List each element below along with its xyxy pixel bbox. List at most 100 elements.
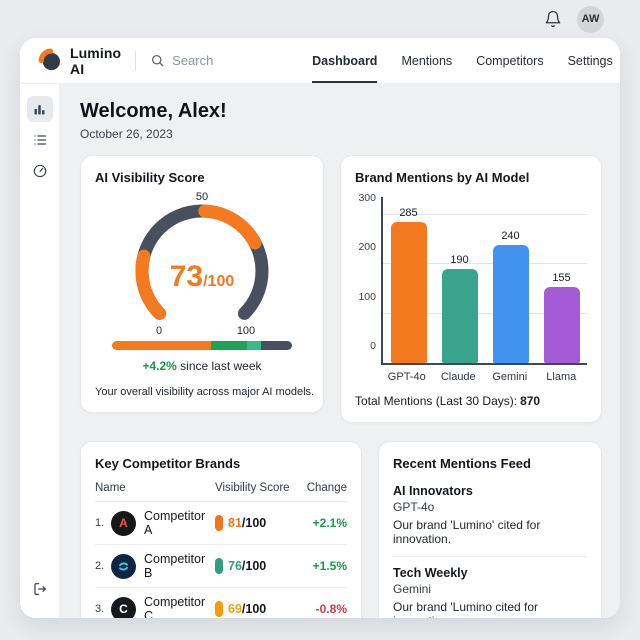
bar-column: 285 [383, 207, 434, 363]
progress-segment [261, 341, 292, 350]
progress-segment [247, 341, 262, 350]
app-header: Lumino AI Dashboard Mentions Competitors… [20, 38, 620, 84]
feed-source: AI Innovators [393, 484, 473, 498]
visibility-progress-bar [112, 341, 292, 350]
feed-model: Gemini [393, 582, 432, 596]
feed-model: GPT-4o [393, 500, 435, 514]
page-title: Welcome, Alex! [80, 100, 227, 122]
sidebar [20, 84, 60, 618]
score-pill [215, 601, 223, 617]
visibility-gauge: 50 73/100 0 100 [95, 187, 309, 339]
bar-column: 155 [536, 272, 587, 363]
top-strip: AW [0, 0, 640, 38]
feed-source: Tech Weekly [393, 566, 468, 580]
table-row: 1. A Competitor A 81/100 +2.1% [95, 502, 347, 545]
x-tick-label: Llama [546, 371, 577, 383]
bar-column: 240 [485, 230, 536, 363]
change-value: +2.1% [312, 516, 347, 530]
search-input[interactable] [172, 53, 313, 68]
card-title: Recent Mentions Feed [393, 456, 531, 471]
main-nav: Dashboard Mentions Competitors Settings [312, 38, 613, 83]
delta-line: +4.2% since last week [95, 359, 309, 373]
bar [441, 269, 478, 363]
list-icon [33, 135, 46, 145]
table-header: Name Visibility Score Change [95, 482, 347, 502]
feed-list: AI Innovators GPT-4o Our brand 'Lumino' … [393, 475, 587, 618]
change-value: -0.8% [315, 602, 347, 616]
competitor-name: Competitor C [144, 595, 206, 618]
search-icon [150, 53, 165, 68]
y-tick-label: 300 [358, 192, 376, 204]
row-rank: 3. [95, 603, 105, 615]
x-tick-label: Gemini [492, 371, 528, 383]
header-divider [135, 50, 137, 71]
gauge-tick-end: 100 [237, 325, 255, 337]
sidebar-item-list[interactable] [27, 127, 53, 153]
bar-value-label: 190 [450, 254, 469, 267]
total-mentions-value: 870 [520, 394, 541, 408]
total-mentions: Total Mentions (Last 30 Days): 870 [355, 394, 541, 408]
bar [492, 244, 529, 363]
competitors-card: Key Competitor Brands Name Visibility Sc… [80, 441, 362, 618]
y-tick-label: 100 [358, 290, 376, 303]
mentions-feed-card: Recent Mentions Feed AI Innovators GPT-4… [378, 441, 602, 618]
visibility-caption: Your overall visibility across major AI … [95, 386, 315, 398]
logout-icon [33, 583, 46, 595]
sidebar-item-logout[interactable] [27, 576, 53, 602]
progress-segment [211, 341, 247, 350]
x-tick-label: Claude [440, 371, 476, 383]
table-row: 3. C Competitor C 69/100 -0.8% [95, 588, 347, 618]
brand-name: Lumino AI [70, 44, 122, 77]
delta-value: +4.2% [142, 359, 177, 373]
progress-segment [112, 341, 211, 350]
bar-value-label: 155 [552, 271, 571, 284]
score-cell: 69/100 [215, 600, 301, 618]
search-box [150, 53, 313, 68]
page-date: October 26, 2023 [80, 127, 173, 141]
col-change: Change [306, 482, 347, 494]
feed-item: Tech Weekly Gemini Our brand 'Lumino cit… [393, 557, 587, 618]
row-rank: 2. [95, 560, 105, 572]
nav-tab-mentions[interactable]: Mentions [401, 38, 452, 83]
table-row: 2. Competitor B 76/100 +1.5% [95, 545, 347, 588]
col-score: Visibility Score [215, 482, 290, 494]
bar-chart-icon [34, 104, 45, 114]
app-window: Lumino AI Dashboard Mentions Competitors… [20, 38, 620, 618]
bar [390, 222, 427, 363]
brand-mentions-card: Brand Mentions by AI Model 0 100 200 300 28… [340, 155, 602, 423]
y-axis-labels: 0 100 200 300 [355, 192, 381, 365]
sidebar-item-gauge[interactable] [27, 158, 53, 184]
card-title: Key Competitor Brands [95, 456, 241, 471]
score-cell: 81/100 [215, 514, 301, 532]
bar [543, 286, 580, 363]
nav-tab-competitors[interactable]: Competitors [476, 38, 543, 83]
sidebar-item-dashboard[interactable] [26, 96, 53, 122]
competitor-a-logo-icon: A [111, 510, 136, 536]
gauge-score: 73/100 [170, 260, 235, 293]
card-title: Brand Mentions by AI Model [355, 170, 530, 185]
nav-tab-dashboard[interactable]: Dashboard [312, 38, 378, 83]
x-axis-labels: GPT-4o Claude Gemini Llama [381, 371, 587, 383]
feed-text: Our brand 'Lumino cited for innovation. [393, 600, 539, 618]
delta-suffix: since last week [176, 359, 262, 373]
competitor-c-logo-icon: C [111, 596, 136, 618]
chart-plot-area: 285 190 240 155 [381, 197, 587, 365]
visibility-score-card: AI Visibility Score 50 73/100 0 100 +4.2… [80, 155, 324, 413]
change-value: +1.5% [312, 559, 347, 573]
competitor-name: Competitor B [144, 552, 206, 580]
gauge-icon [33, 164, 46, 178]
bar-column: 190 [434, 254, 485, 363]
gauge-tick-start: 0 [156, 325, 162, 337]
row-rank: 1. [95, 517, 105, 529]
user-avatar[interactable]: AW [577, 5, 604, 33]
card-title: AI Visibility Score [95, 170, 205, 185]
score-pill [215, 558, 223, 574]
competitor-name: Competitor A [144, 509, 206, 537]
feed-item: AI Innovators GPT-4o Our brand 'Lumino' … [393, 475, 587, 557]
nav-tab-settings[interactable]: Settings [568, 38, 613, 83]
mentions-bar-chart: 0 100 200 300 285 190 240 155 [355, 192, 587, 365]
y-tick-label: 200 [358, 241, 376, 254]
bar-value-label: 285 [399, 207, 418, 220]
notification-bell-icon[interactable] [543, 9, 563, 29]
x-tick-label: GPT-4o [387, 371, 426, 383]
